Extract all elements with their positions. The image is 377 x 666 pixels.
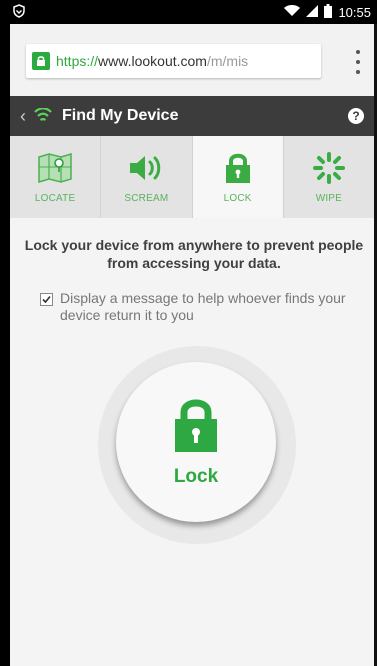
status-bar: 10:55 xyxy=(0,0,377,24)
url-host: www.lookout.com xyxy=(98,53,207,69)
map-icon xyxy=(37,151,73,185)
help-icon[interactable]: ? xyxy=(348,108,364,124)
tab-label-scream: SCREAM xyxy=(124,192,169,204)
lock-button-label: Lock xyxy=(173,465,219,487)
wifi-icon xyxy=(284,5,301,20)
tab-lock[interactable]: LOCK xyxy=(192,136,284,218)
app-title: Find My Device xyxy=(62,107,179,124)
url-bar[interactable]: https://www.lookout.com/m/miѕ xyxy=(26,44,321,78)
tab-locate[interactable]: LOCATE xyxy=(10,136,102,218)
secure-lock-icon xyxy=(32,52,50,70)
lock-button[interactable]: Lock xyxy=(116,362,276,522)
url-text: https://www.lookout.com/m/miѕ xyxy=(56,53,248,69)
display-message-option[interactable]: Display a message to help whoever finds … xyxy=(40,290,360,324)
battery-icon xyxy=(324,4,333,21)
lock-description: Lock your device from anywhere to preven… xyxy=(24,237,364,271)
shield-icon xyxy=(12,4,26,21)
lock-panel: Lock your device from anywhere to preven… xyxy=(10,218,374,666)
overflow-menu-icon[interactable] xyxy=(350,50,366,74)
device-screen: 10:55 https://www.lookout.com/m/miѕ ‹ Fi… xyxy=(0,0,377,666)
display-message-checkbox[interactable] xyxy=(40,293,53,306)
back-arrow-icon[interactable]: ‹ xyxy=(20,106,26,127)
tab-label-wipe: WIPE xyxy=(315,192,343,204)
lock-icon xyxy=(173,397,219,458)
signal-icon xyxy=(306,5,319,20)
url-path: /m/miѕ xyxy=(206,53,249,69)
status-time: 10:55 xyxy=(338,5,371,20)
feature-tabs: LOCATE SCREAM LOCK WIPE xyxy=(10,136,374,218)
tab-label-lock: LOCK xyxy=(223,192,252,204)
url-scheme: https:// xyxy=(56,53,99,69)
tab-scream[interactable]: SCREAM xyxy=(101,136,193,218)
browser-toolbar: https://www.lookout.com/m/miѕ xyxy=(10,24,374,96)
lock-icon xyxy=(224,151,252,185)
lock-button-ring: Lock xyxy=(98,346,296,544)
lookout-logo-icon xyxy=(34,108,52,124)
app-header: ‹ Find My Device ? xyxy=(10,96,374,136)
tab-label-locate: LOCATE xyxy=(34,192,76,204)
status-icons: 10:55 xyxy=(284,4,371,21)
display-message-label: Display a message to help whoever finds … xyxy=(60,290,346,323)
speaker-icon xyxy=(126,151,166,185)
spinner-icon xyxy=(312,151,346,185)
tab-wipe[interactable]: WIPE xyxy=(283,136,374,218)
